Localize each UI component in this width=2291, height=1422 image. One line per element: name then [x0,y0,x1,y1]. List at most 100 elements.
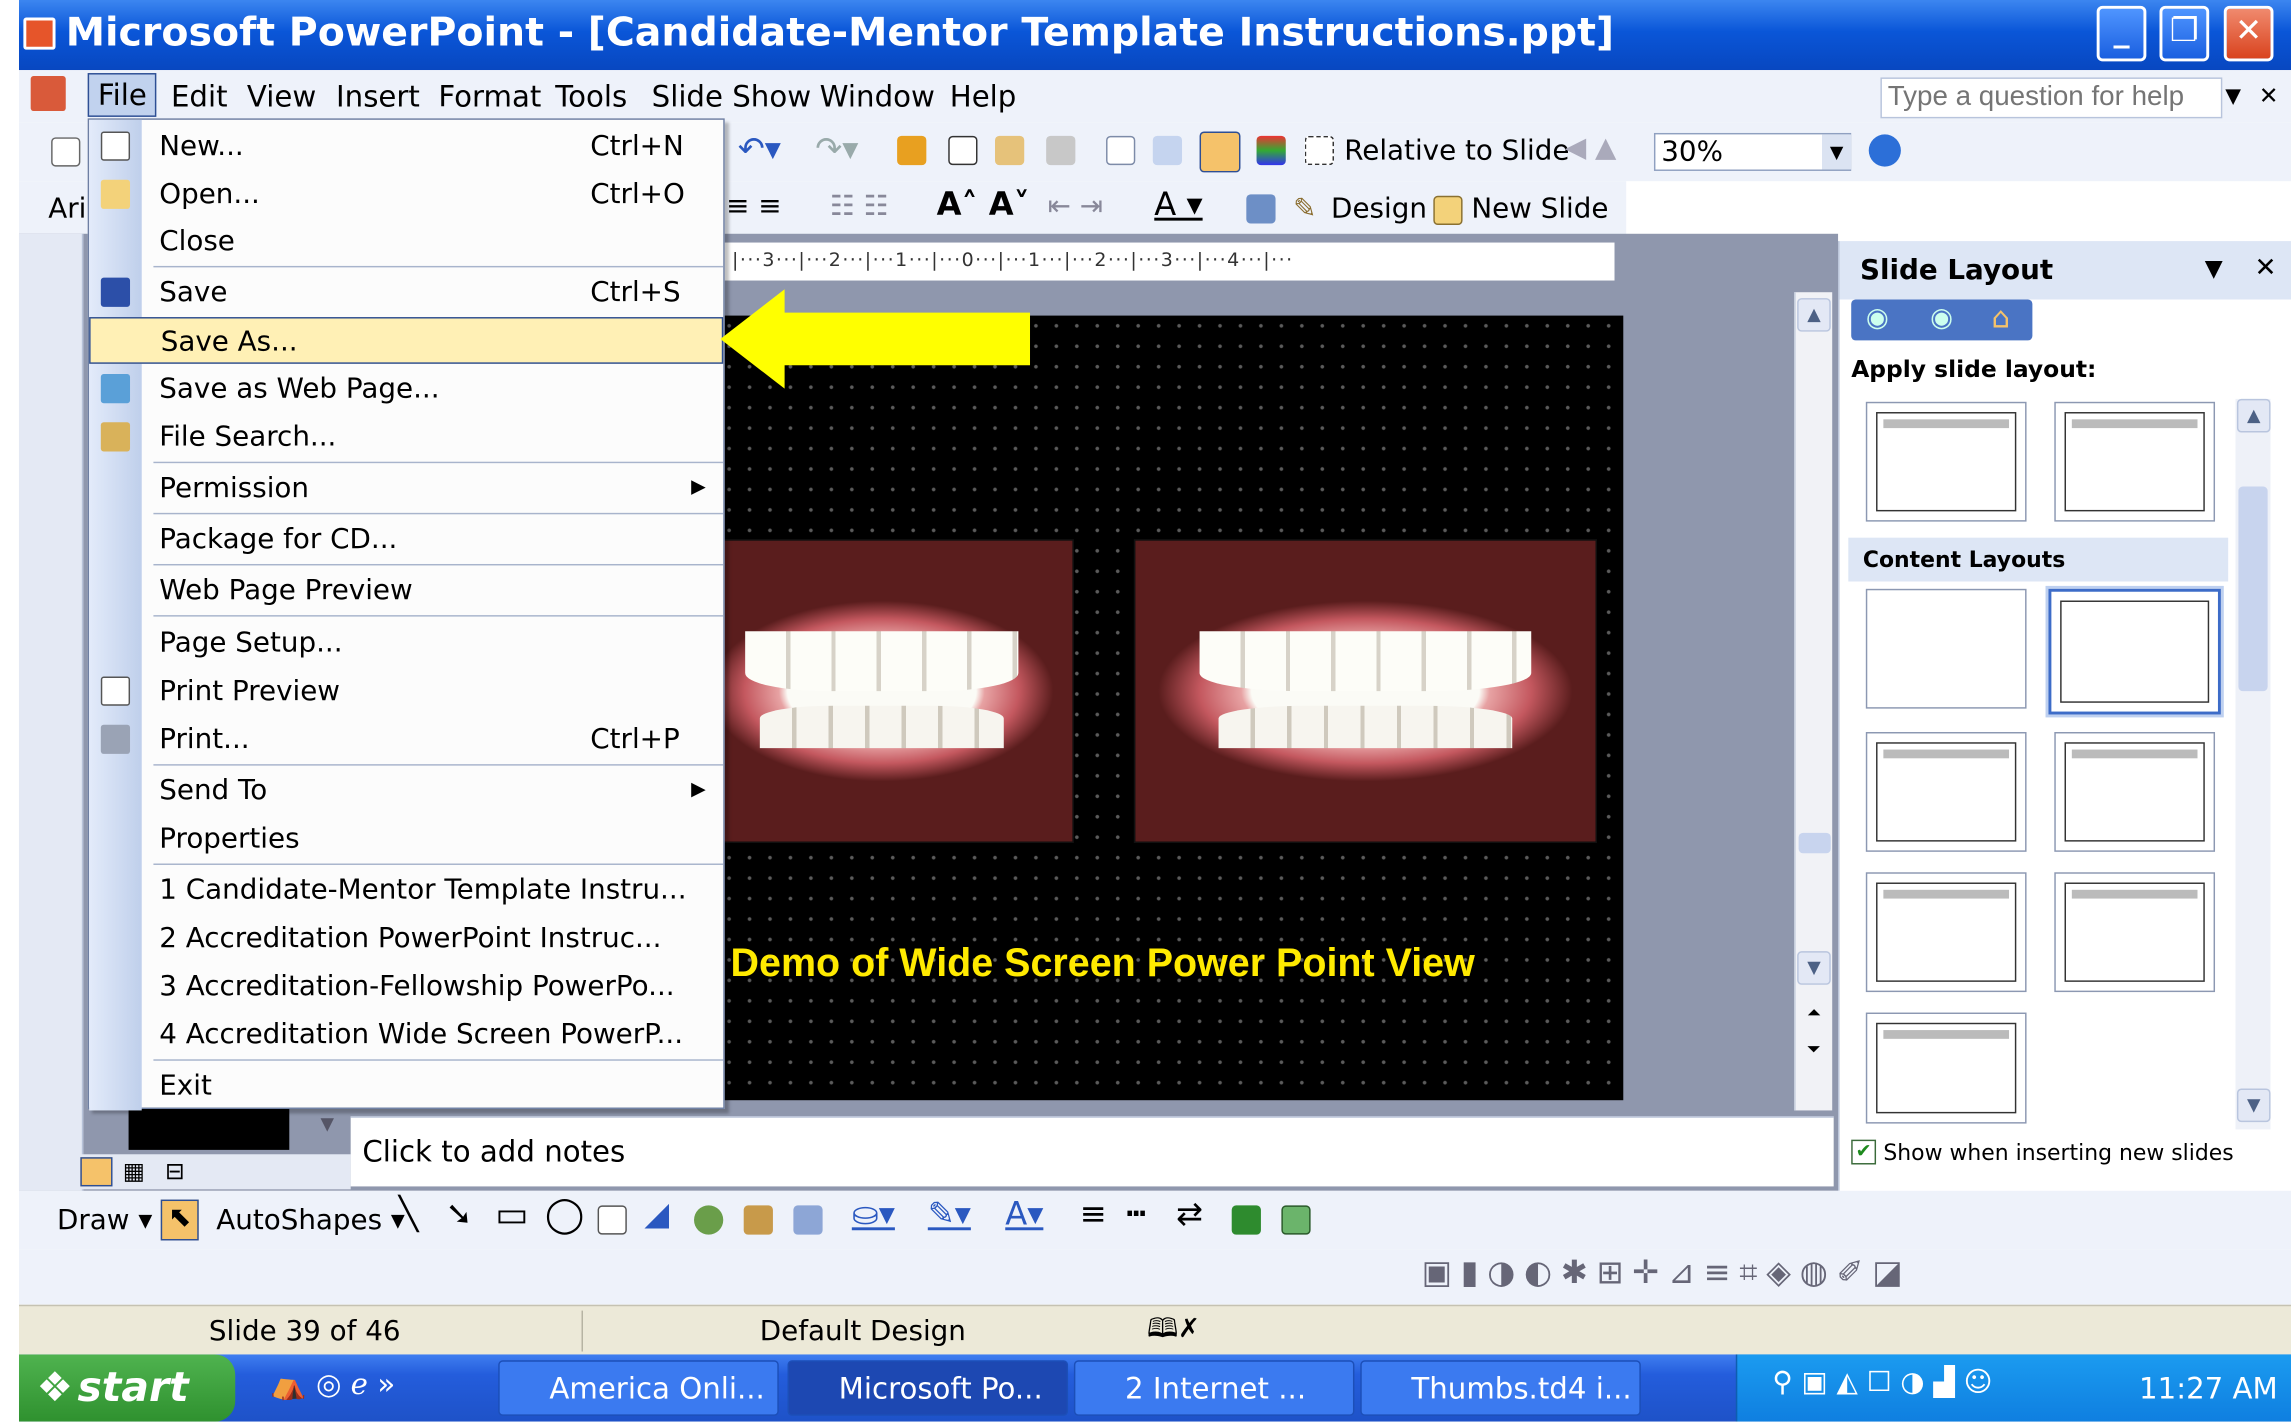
menu-item-new[interactable]: New... Ctrl+N [89,123,723,170]
menu-item-file-search[interactable]: File Search... [89,413,723,460]
insert-chart-icon[interactable] [897,135,927,166]
layout-title-two-over-content[interactable] [2054,872,2216,993]
layout-title-four-content[interactable] [1865,1012,2027,1124]
grow-font-icon[interactable]: A˄ A˅ [937,187,1030,224]
task-internet-explorer[interactable]: 2 Internet ... [1073,1360,1355,1416]
layout-blank[interactable] [1865,588,2027,709]
design-button[interactable]: Design [1331,193,1427,225]
font-name-box[interactable]: Ari [48,193,86,225]
task-america-online[interactable]: America Onli... [498,1360,779,1416]
menu-item-save-as-web-page[interactable]: Save as Web Page... [89,365,723,412]
relative-to-slide-icon[interactable] [1304,135,1334,166]
slide-show-icon[interactable]: ⊟ [165,1157,194,1186]
slide-design-icon[interactable] [1246,194,1276,224]
forward-icon[interactable]: ◉ [1930,302,1953,333]
relative-to-slide-label[interactable]: Relative to Slide [1344,134,1569,166]
bullets-icon[interactable]: ☷ ☷ [830,190,889,222]
indent-icon[interactable]: ⇤ ⇥ [1048,190,1103,222]
show-grid-icon[interactable] [1199,131,1241,173]
layout-scroll-up-icon[interactable]: ▲ [2236,398,2271,433]
menu-help[interactable]: Help [950,79,1017,114]
menu-slide-show[interactable]: Slide Show [652,79,811,114]
menu-item-exit[interactable]: Exit [89,1062,723,1109]
picture-toolbar-icons[interactable]: ▣▮◑◐✱⊞✛⊿≡⌗◈◍✐◪ [1422,1255,1912,1292]
teeth-photo-left[interactable] [718,539,1074,844]
slide-canvas[interactable]: Demo of Wide Screen Power Point View [718,315,1624,1101]
menu-item-recent-1[interactable]: 1 Candidate-Mentor Template Instru... [89,866,723,913]
menu-format[interactable]: Format [438,79,541,114]
draw-menu-button[interactable]: Draw ▾ [57,1204,152,1236]
shadow-style-icon[interactable] [1231,1205,1261,1235]
select-objects-icon[interactable]: ⬉ [160,1199,199,1241]
zoom-dropdown-icon[interactable]: ▼ [1821,134,1852,170]
quick-launch-icons[interactable]: ⛺ ◎ ℯ » [270,1366,395,1401]
home-icon[interactable]: ⌂ [1991,300,2010,335]
help-icon[interactable] [1868,134,1901,167]
menu-item-package-for-cd[interactable]: Package for CD... [89,516,723,563]
task-pane-close-icon[interactable]: ✕ [2254,253,2276,284]
tables-borders-icon[interactable] [995,135,1025,166]
text-box-icon[interactable] [597,1205,627,1235]
help-dropdown-icon[interactable]: ▼ [2225,85,2241,108]
menu-item-page-setup[interactable]: Page Setup... [89,620,723,667]
menu-item-print[interactable]: Print... Ctrl+P [89,716,723,763]
menu-item-save[interactable]: Save Ctrl+S [89,269,723,316]
restore-button[interactable]: ❐ [2159,5,2210,62]
clip-art-icon[interactable] [743,1205,773,1235]
layout-content[interactable] [2048,588,2221,715]
layout-title-content-over-two[interactable] [1865,872,2027,993]
menu-item-permission[interactable]: Permission ▶ [89,465,723,512]
autoshapes-menu-button[interactable]: AutoShapes ▾ [216,1204,405,1236]
show-when-inserting-checkbox[interactable]: ✔ [1851,1139,1877,1165]
expand-all-icon[interactable] [1106,135,1136,166]
slide-thumbnail[interactable] [128,1106,290,1150]
scroll-down-icon[interactable]: ▼ [1797,951,1831,985]
layout-title-content[interactable] [1865,732,2027,852]
menu-insert[interactable]: Insert [336,79,420,114]
menu-view[interactable]: View [247,79,316,114]
previous-slide-icon[interactable]: ⏶ [1797,998,1831,1032]
layout-title-two-content[interactable] [2054,732,2216,852]
close-help-icon[interactable]: ✕ [2259,82,2279,110]
layout-title-text[interactable] [1865,401,2027,522]
font-color-icon[interactable]: A ▾ [1154,187,1202,224]
menu-item-send-to[interactable]: Send To ▶ [89,767,723,814]
new-slide-button[interactable]: New Slide [1471,193,1608,225]
help-search-input[interactable] [1880,77,2223,119]
menu-window[interactable]: Window [820,79,935,114]
color-grayscale-icon[interactable] [1256,135,1286,166]
layout-scrollbar[interactable]: ▲ ▼ [2235,398,2271,1130]
wordart-icon[interactable]: ◢ [644,1197,669,1234]
notes-pane[interactable]: Click to add notes [350,1116,1834,1187]
menu-item-properties[interactable]: Properties [89,815,723,862]
insert-table-icon[interactable] [948,135,978,166]
scroll-up-icon[interactable]: ▲ [1797,298,1831,332]
line-icon[interactable]: ╲ [399,1197,418,1234]
minimize-button[interactable]: _ [2096,5,2147,62]
slide-sorter-icon[interactable]: ▦ [123,1157,152,1186]
menu-item-close[interactable]: Close [89,218,723,265]
insert-hyperlink-icon[interactable] [1046,135,1076,166]
menu-item-recent-4[interactable]: 4 Accreditation Wide Screen PowerP... [89,1011,723,1058]
teeth-photo-right[interactable] [1133,539,1597,844]
line-color-icon[interactable]: ✎▾ [928,1197,971,1234]
layout-scroll-thumb[interactable] [2238,486,2268,692]
spelling-check-icon[interactable]: 🕮✗ [1147,1311,1200,1355]
fill-color-icon[interactable]: ⛀▾ [852,1197,895,1234]
document-icon[interactable] [30,75,66,112]
draw-font-color-icon[interactable]: A▾ [1005,1197,1043,1234]
slide-caption[interactable]: Demo of Wide Screen Power Point View [731,941,1475,986]
line-style-icon[interactable]: ≡ [1080,1197,1107,1234]
normal-view-icon[interactable] [80,1157,113,1187]
menu-item-open[interactable]: Open... Ctrl+O [89,171,723,218]
powerpoint-app-icon[interactable] [23,17,56,50]
slide-scrollbar[interactable]: ▲ ▼ ⏶ ⏷ [1794,292,1833,1111]
undo-icon[interactable]: ↶▾ [738,131,781,168]
3d-style-icon[interactable] [1281,1205,1311,1235]
close-window-button[interactable]: ✕ [2223,5,2274,62]
dash-style-icon[interactable]: ┅ [1127,1197,1146,1234]
notes-placeholder[interactable]: Click to add notes [362,1134,625,1169]
start-button[interactable]: ❖ start [18,1354,236,1422]
task-microsoft-powerpoint[interactable]: Microsoft Po... [787,1360,1069,1416]
show-formatting-icon[interactable] [1152,135,1183,166]
